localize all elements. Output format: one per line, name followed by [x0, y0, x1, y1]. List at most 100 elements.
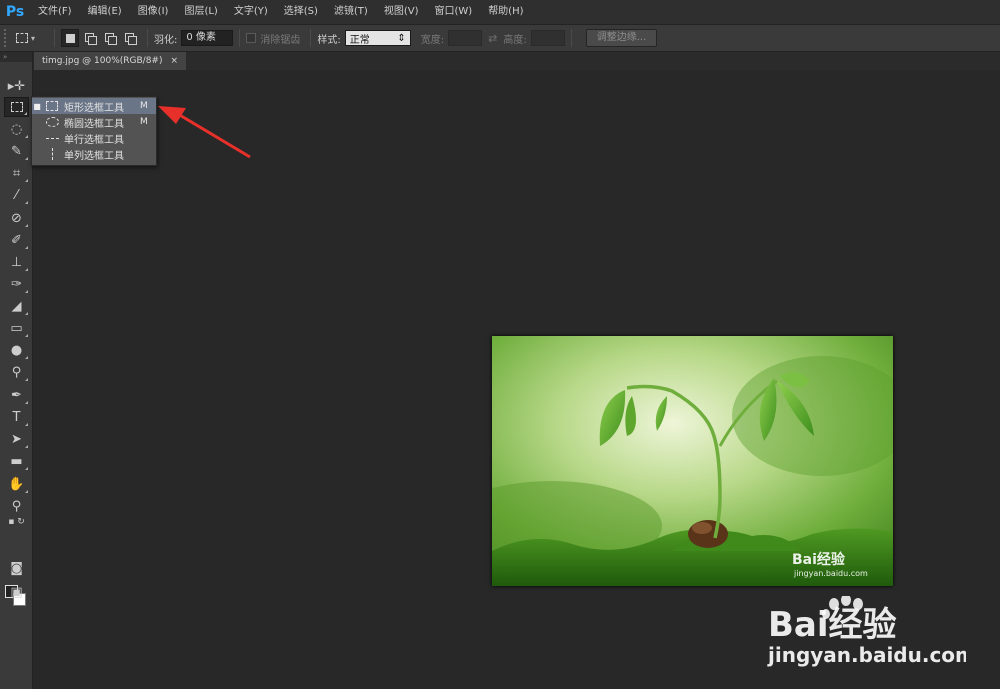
menu-select[interactable]: 选择(S): [276, 0, 326, 24]
type-tool[interactable]: T: [4, 407, 29, 427]
single-column-marquee-icon: [44, 148, 60, 160]
close-icon[interactable]: ×: [170, 52, 178, 70]
subtract-from-selection-button[interactable]: [101, 29, 119, 47]
flyout-item-label: 单列选框工具: [64, 150, 124, 162]
path-selection-tool[interactable]: ➤: [4, 429, 29, 449]
flyout-item-ellipse-marquee[interactable]: 椭圆选框工具 M: [32, 114, 156, 130]
quick-mask-button[interactable]: ◙: [4, 558, 29, 578]
new-selection-icon: [65, 33, 75, 43]
dodge-tool[interactable]: ⚲: [4, 362, 29, 382]
lasso-tool[interactable]: ◌: [4, 119, 29, 139]
image-watermark-url: jingyan.baidu.com: [793, 569, 868, 578]
flyout-item-single-row-marquee[interactable]: 单行选框工具: [32, 130, 156, 146]
flyout-item-label: 椭圆选框工具: [64, 118, 124, 130]
new-selection-button[interactable]: [61, 29, 79, 47]
blur-tool[interactable]: ●: [4, 340, 29, 360]
divider: [310, 29, 312, 47]
ellipse-marquee-icon: [44, 116, 60, 128]
tools-panel: » ▸✛ ◌ ✎ ⌗ ⁄ ⊘ ✐ ⊥ ✑ ◢ ▭ ● ⚲ ✒ T ➤ ▬ ✋ ⚲…: [0, 52, 33, 689]
flyout-item-label: 单行选框工具: [64, 134, 124, 146]
width-label: 宽度:: [420, 34, 445, 46]
healing-brush-tool[interactable]: ⊘: [4, 208, 29, 228]
style-select-value: 正常: [349, 34, 370, 46]
move-icon: ▸✛: [7, 78, 26, 94]
eyedropper-tool[interactable]: ⁄: [4, 185, 29, 205]
marquee-tool[interactable]: [4, 97, 29, 117]
width-input[interactable]: [448, 30, 483, 46]
add-to-selection-button[interactable]: [81, 29, 99, 47]
height-input[interactable]: [530, 30, 565, 46]
gradient-tool[interactable]: ▭: [4, 318, 29, 338]
clone-stamp-tool[interactable]: ⊥: [4, 252, 29, 272]
quick-mask-icon: ◙: [10, 560, 23, 576]
crop-tool[interactable]: ⌗: [4, 163, 29, 183]
panel-collapse-icon[interactable]: »: [0, 52, 32, 62]
menu-view[interactable]: 视图(V): [376, 0, 427, 24]
height-label: 高度:: [503, 34, 527, 46]
style-label: 样式:: [317, 34, 341, 46]
antialias-label: 消除锯齿: [260, 34, 301, 46]
subtract-selection-icon: [104, 33, 117, 45]
eyedropper-icon: ⁄: [15, 187, 18, 203]
intersect-selection-button[interactable]: [121, 29, 139, 47]
brush-tool[interactable]: ✐: [4, 230, 29, 250]
menu-type[interactable]: 文字(Y): [226, 0, 276, 24]
history-brush-tool[interactable]: ✑: [4, 274, 29, 294]
flyout-item-rect-marquee[interactable]: ■ 矩形选框工具 M: [32, 98, 156, 114]
antialias-checkbox[interactable]: [246, 33, 257, 43]
menu-image[interactable]: 图像(I): [130, 0, 177, 24]
rectangle-icon: ▬: [10, 453, 23, 469]
swap-dimensions-icon[interactable]: ⇄: [488, 32, 497, 45]
watermark-url: jingyan.baidu.com: [767, 643, 966, 667]
lasso-icon: ◌: [10, 121, 23, 137]
feather-label: 羽化:: [154, 34, 178, 46]
menu-layer[interactable]: 图层(L): [176, 0, 225, 24]
divider: [54, 29, 55, 47]
shape-tool[interactable]: ▬: [4, 451, 29, 471]
brush-icon: ✐: [11, 232, 22, 248]
menu-edit[interactable]: 编辑(E): [80, 0, 130, 24]
menu-filter[interactable]: 滤镜(T): [326, 0, 376, 24]
refine-edge-button[interactable]: 调整边缘...: [585, 29, 658, 47]
crop-icon: ⌗: [12, 165, 21, 181]
hand-tool[interactable]: ✋: [4, 474, 29, 494]
gradient-icon: ▭: [10, 320, 23, 336]
baidu-paw-logo: Bai经验 jingyan.baidu.com: [767, 594, 976, 667]
selected-bullet-icon: ■: [33, 101, 41, 111]
history-brush-icon: ✑: [11, 276, 22, 292]
tool-preset-picker[interactable]: ▾: [16, 28, 48, 48]
default-colors-button[interactable]: ▪ ↻: [4, 516, 29, 528]
single-row-marquee-icon: [44, 132, 60, 144]
menu-window[interactable]: 窗口(W): [426, 0, 480, 24]
bandage-icon: ⊘: [11, 210, 22, 226]
document-tab-bar: timg.jpg @ 100%(RGB/8#) ×: [34, 52, 1000, 70]
divider: [147, 29, 148, 47]
divider: [239, 29, 241, 47]
flyout-item-single-column-marquee[interactable]: 单列选框工具: [32, 146, 156, 162]
page-watermark: Bai经验 jingyan.baidu.com: [766, 594, 976, 682]
marquee-tool-flyout: ■ 矩形选框工具 M 椭圆选框工具 M 单行选框工具 单列选框工具: [31, 96, 157, 166]
quick-selection-icon: ✎: [11, 143, 22, 159]
rect-marquee-icon: [16, 33, 28, 43]
move-tool[interactable]: ▸✛: [4, 76, 29, 96]
options-bar-grip[interactable]: [4, 29, 10, 47]
feather-input[interactable]: 0 像素: [181, 30, 234, 46]
add-selection-icon: [84, 33, 97, 45]
menu-bar: Ps 文件(F) 编辑(E) 图像(I) 图层(L) 文字(Y) 选择(S) 滤…: [0, 0, 1000, 24]
document-tab[interactable]: timg.jpg @ 100%(RGB/8#) ×: [34, 52, 187, 70]
options-bar: ▾ 羽化: 0 像素 消除锯齿 样式: 正常 ⇕ 宽度: ⇄ 高度: 调整边缘.…: [0, 24, 1000, 52]
style-select[interactable]: 正常 ⇕: [344, 30, 411, 46]
sprout-photo: Bai经验 jingyan.baidu.com: [492, 336, 893, 586]
flyout-item-label: 矩形选框工具: [64, 102, 124, 114]
quick-selection-tool[interactable]: ✎: [4, 141, 29, 161]
zoom-tool[interactable]: ⚲: [4, 496, 29, 516]
document-image[interactable]: Bai经验 jingyan.baidu.com: [492, 336, 893, 586]
eraser-tool[interactable]: ◢: [4, 296, 29, 316]
menu-help[interactable]: 帮助(H): [480, 0, 531, 24]
pen-tool[interactable]: ✒: [4, 385, 29, 405]
hand-icon: ✋: [8, 476, 25, 492]
menu-file[interactable]: 文件(F): [30, 0, 80, 24]
screen-mode-button[interactable]: ▣: [4, 582, 29, 602]
rect-marquee-icon: [44, 100, 60, 112]
screen-mode-icon: ▣: [10, 584, 23, 600]
